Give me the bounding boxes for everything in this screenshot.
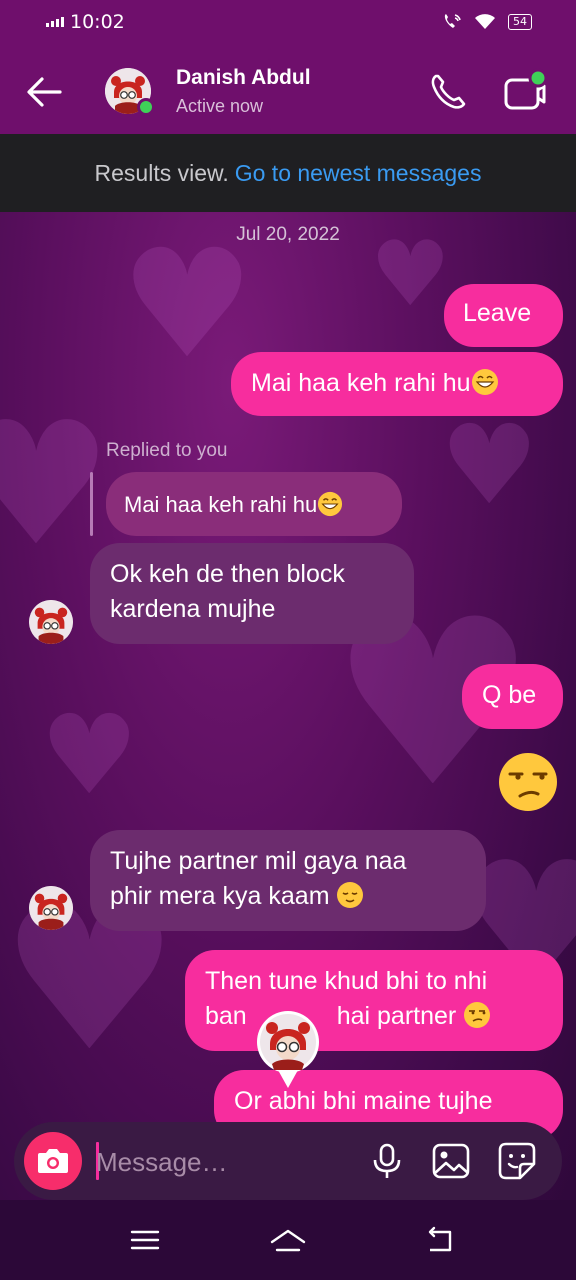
outgoing-message[interactable]: Leave (444, 284, 563, 347)
status-time: 10:02 (70, 11, 125, 33)
wifi-calling-icon (444, 14, 461, 28)
sender-avatar[interactable] (29, 600, 73, 644)
quoted-reply[interactable]: Mai haa keh rahi hu (106, 472, 402, 536)
unamused-face-emoji-icon (464, 1002, 491, 1028)
message-input[interactable] (96, 1140, 336, 1184)
message-text: Leave (463, 299, 532, 327)
outgoing-message[interactable]: Mai haa keh rahi hu (231, 352, 563, 416)
image-icon[interactable] (430, 1140, 472, 1182)
sender-avatar[interactable] (29, 886, 73, 930)
grinning-emoji-icon (318, 491, 343, 517)
contact-name[interactable]: Danish Abdul (176, 66, 311, 90)
relieved-face-emoji-icon (337, 882, 364, 908)
background-heart: ♥ (40, 691, 139, 819)
chat-header: Danish Abdul Active now (0, 46, 576, 134)
background-heart: ♥ (0, 386, 113, 584)
incoming-message[interactable]: Tujhe partner mil gaya naa phir mera kya… (90, 830, 486, 931)
seen-avatar-marker (257, 1011, 319, 1088)
activity-status: Active now (176, 96, 264, 116)
microphone-icon[interactable] (366, 1140, 408, 1182)
quoted-text: Mai haa keh rahi hu (124, 492, 318, 517)
message-text: Mai haa keh rahi hu (251, 369, 471, 397)
message-text-line: hai partner (336, 1002, 457, 1030)
message-text-line: kardena mujhe (110, 595, 276, 623)
arrow-left-icon[interactable] (22, 70, 66, 114)
grinning-emoji-icon (471, 369, 498, 395)
sticker-icon[interactable] (496, 1140, 538, 1182)
reply-indicator-line (90, 472, 93, 536)
signal-icon (46, 17, 64, 27)
background-heart: ♥ (440, 401, 539, 529)
camera-button[interactable] (24, 1132, 82, 1190)
background-heart: ♥ (120, 218, 255, 392)
home-icon[interactable] (268, 1220, 308, 1260)
menu-icon[interactable] (125, 1220, 165, 1260)
system-navigation-bar (0, 1200, 576, 1280)
message-text-line: ban (205, 1002, 247, 1030)
video-camera-icon[interactable] (500, 68, 548, 116)
battery-icon: 54 (508, 14, 532, 30)
message-text-line: Ok keh de then block (110, 560, 345, 588)
message-text: Or abhi bhi maine tujhe (234, 1087, 493, 1115)
message-text-line: phir mera kya kaam (110, 882, 330, 910)
online-indicator (137, 98, 155, 116)
message-text: Q be (482, 681, 537, 709)
results-view-banner: Results view. Go to newest messages (0, 134, 576, 212)
message-text-line: Then tune khud bhi to nhi (205, 967, 488, 995)
phone-icon[interactable] (426, 70, 470, 114)
outgoing-message[interactable]: Q be (462, 664, 563, 729)
incoming-message[interactable]: Ok keh de then block kardena mujhe (90, 543, 414, 644)
go-to-newest-link[interactable]: Go to newest messages (235, 160, 482, 186)
message-text-line: Tujhe partner mil gaya naa (110, 847, 407, 875)
outgoing-message[interactable]: Then tune khud bhi to nhi ban hai partner (185, 950, 563, 1051)
status-bar: 10:02 54 (0, 0, 576, 46)
wifi-icon (475, 14, 495, 29)
back-icon[interactable] (420, 1220, 460, 1260)
unamused-face-emoji-icon[interactable] (498, 752, 558, 812)
date-divider: Jul 20, 2022 (236, 224, 340, 245)
results-view-label: Results view. (94, 160, 229, 186)
camera-icon (38, 1149, 68, 1173)
replied-to-you-label: Replied to you (106, 440, 228, 461)
message-composer (14, 1122, 562, 1200)
